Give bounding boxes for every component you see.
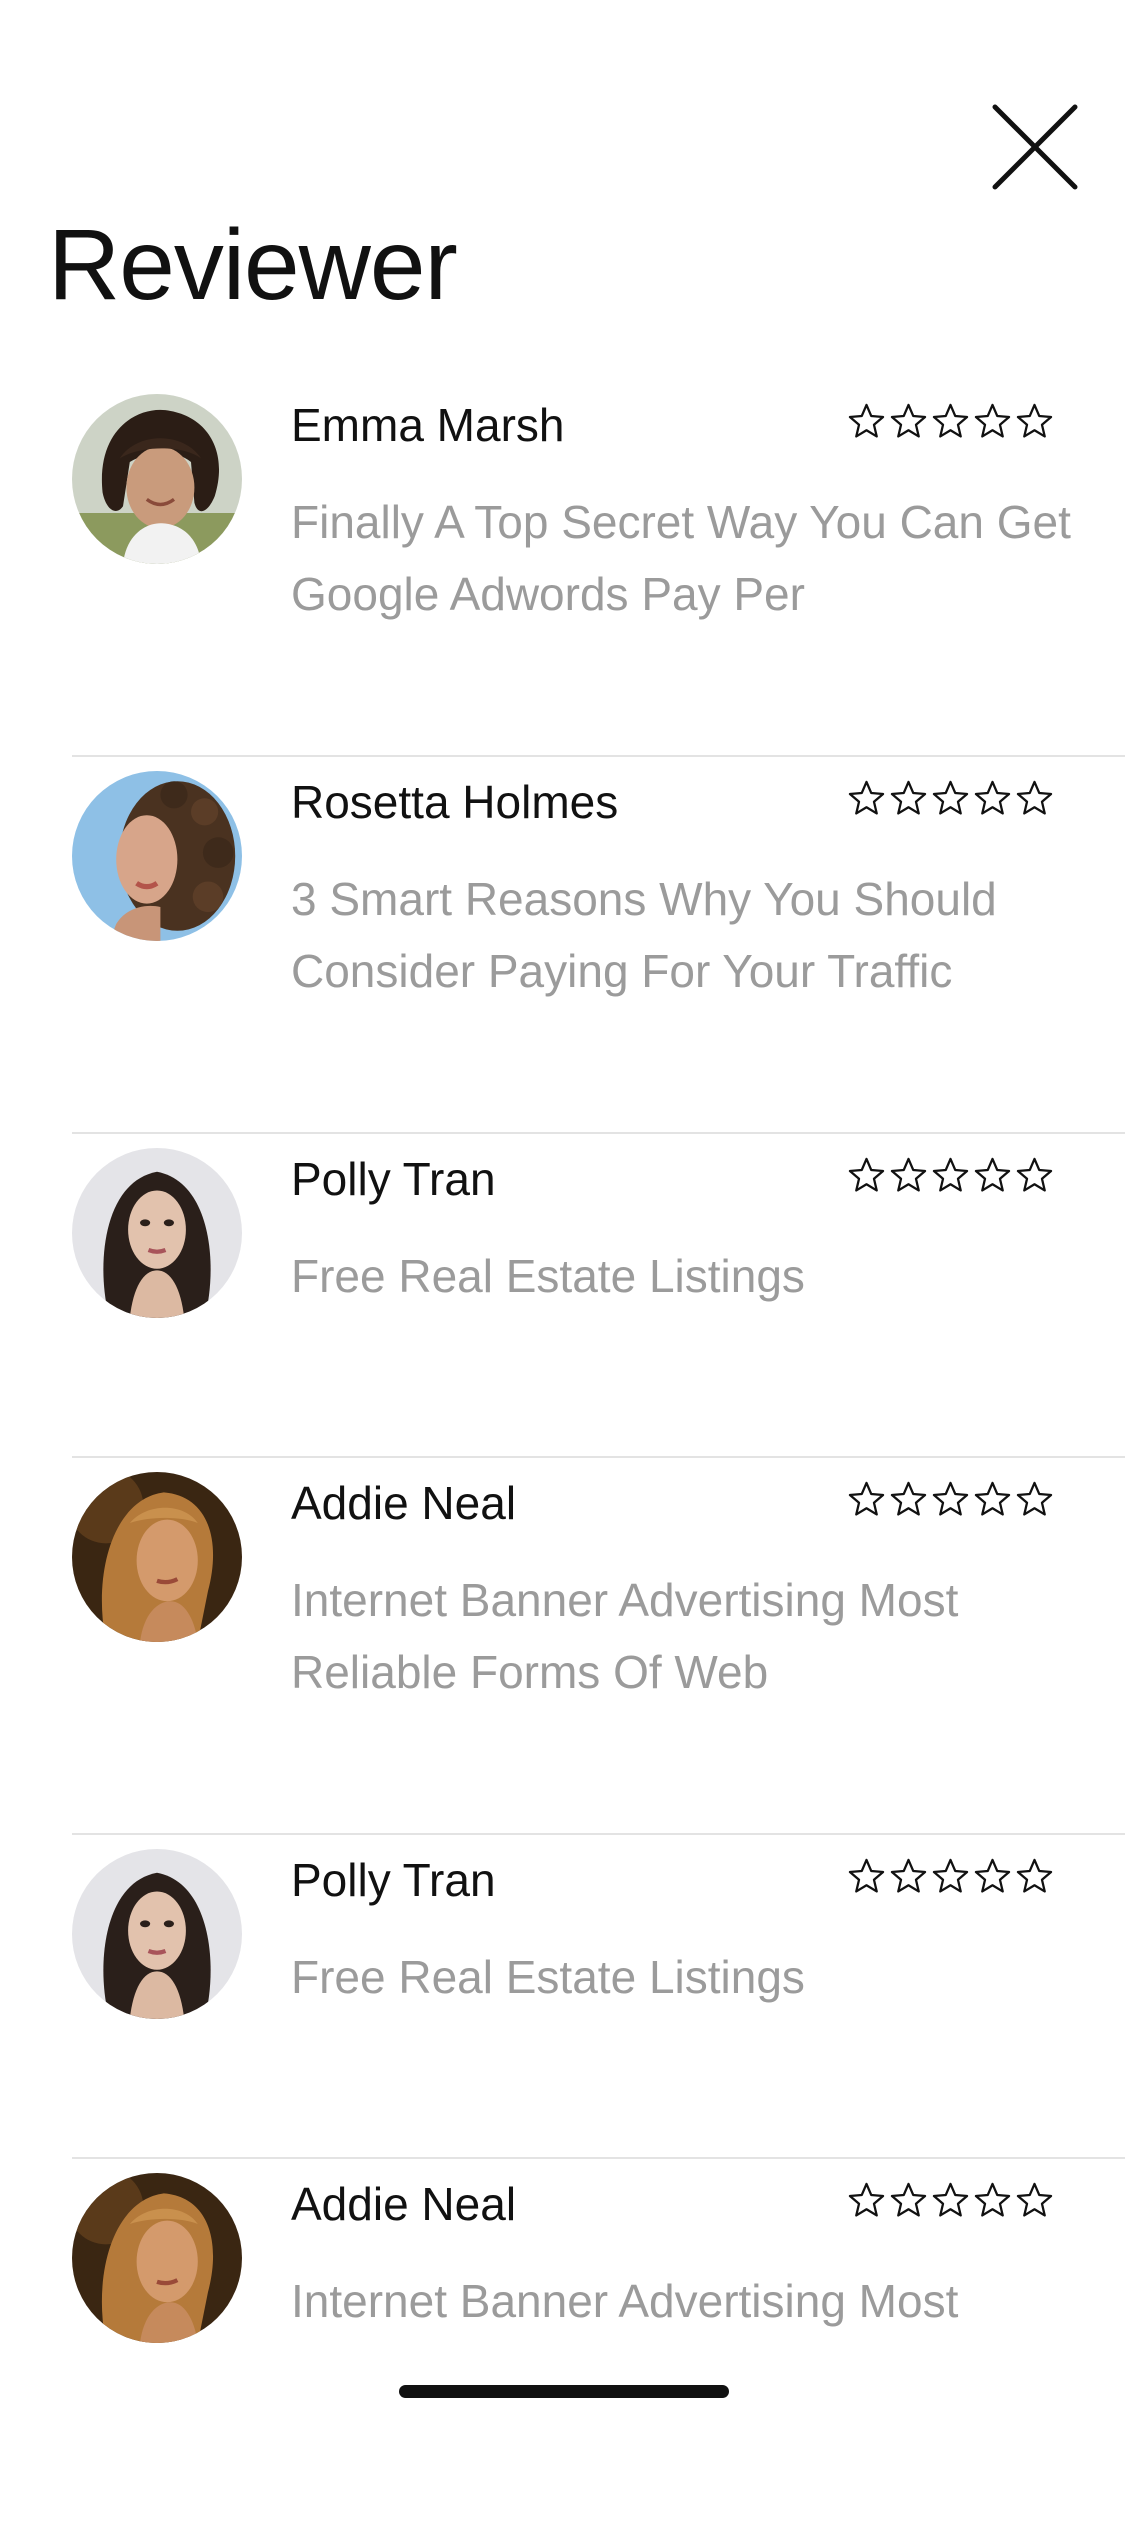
review-text: Free Real Estate Listings (291, 1951, 805, 2003)
star-icon[interactable] (931, 2181, 970, 2220)
review-text: Internet Banner Advertising Most Reliabl… (291, 1574, 959, 1698)
reviewer-name: Addie Neal (291, 1477, 517, 1529)
review-text: Finally A Top Secret Way You Can Get Goo… (291, 496, 1071, 620)
avatar-emma-marsh-icon (72, 394, 242, 564)
avatar-polly-tran-icon (72, 1849, 242, 2019)
star-icon[interactable] (889, 2181, 928, 2220)
star-icon[interactable] (1015, 779, 1054, 818)
star-rating[interactable] (847, 1480, 1054, 1519)
star-icon[interactable] (931, 1857, 970, 1896)
home-indicator[interactable] (399, 2385, 729, 2398)
review-item[interactable]: Emma Marsh Finally A Top Secret Way You … (0, 380, 1125, 757)
star-icon[interactable] (931, 779, 970, 818)
star-icon[interactable] (1015, 402, 1054, 441)
reviewer-name: Addie Neal (291, 2178, 517, 2230)
star-icon[interactable] (931, 1156, 970, 1195)
star-icon[interactable] (931, 1480, 970, 1519)
star-icon[interactable] (847, 402, 886, 441)
review-item[interactable]: Addie Neal Internet Banner Advertising M… (0, 1458, 1125, 1835)
close-icon (992, 104, 1078, 190)
avatar[interactable] (72, 771, 242, 941)
review-item[interactable]: Rosetta Holmes 3 Smart Reasons Why You S… (0, 757, 1125, 1134)
reviewer-name: Rosetta Holmes (291, 776, 619, 828)
star-icon[interactable] (973, 779, 1012, 818)
avatar[interactable] (72, 2173, 242, 2343)
star-icon[interactable] (1015, 1156, 1054, 1195)
review-text: Free Real Estate Listings (291, 1250, 805, 1302)
star-icon[interactable] (1015, 2181, 1054, 2220)
star-icon[interactable] (889, 1156, 928, 1195)
star-icon[interactable] (931, 402, 970, 441)
reviewer-name: Emma Marsh (291, 399, 565, 451)
review-item[interactable]: Addie Neal Internet Banner Advertising M… (0, 2159, 1125, 2536)
star-icon[interactable] (973, 1156, 1012, 1195)
star-icon[interactable] (847, 779, 886, 818)
star-icon[interactable] (973, 1480, 1012, 1519)
avatar-rosetta-holmes-icon (72, 771, 242, 941)
close-button[interactable] (985, 97, 1085, 197)
avatar-addie-neal-icon (72, 1472, 242, 1642)
reviewer-name: Polly Tran (291, 1854, 496, 1906)
review-item[interactable]: Polly Tran Free Real Estate Listings (0, 1835, 1125, 2159)
avatar[interactable] (72, 1148, 242, 1318)
star-icon[interactable] (889, 402, 928, 441)
page-title: Reviewer (48, 209, 458, 321)
avatar[interactable] (72, 1849, 242, 2019)
star-icon[interactable] (973, 1857, 1012, 1896)
star-rating[interactable] (847, 1156, 1054, 1195)
star-icon[interactable] (973, 2181, 1012, 2220)
avatar[interactable] (72, 1472, 242, 1642)
star-icon[interactable] (889, 779, 928, 818)
star-rating[interactable] (847, 1857, 1054, 1896)
reviewer-name: Polly Tran (291, 1153, 496, 1205)
avatar[interactable] (72, 394, 242, 564)
avatar-addie-neal-icon (72, 2173, 242, 2343)
star-rating[interactable] (847, 2181, 1054, 2220)
star-icon[interactable] (1015, 1857, 1054, 1896)
star-icon[interactable] (973, 402, 1012, 441)
star-icon[interactable] (847, 1857, 886, 1896)
review-text: Internet Banner Advertising Most (291, 2275, 959, 2327)
star-icon[interactable] (889, 1480, 928, 1519)
star-icon[interactable] (889, 1857, 928, 1896)
review-text: 3 Smart Reasons Why You Should Consider … (291, 873, 997, 997)
review-list: Emma Marsh Finally A Top Secret Way You … (0, 380, 1125, 2536)
star-icon[interactable] (847, 1480, 886, 1519)
avatar-polly-tran-icon (72, 1148, 242, 1318)
star-rating[interactable] (847, 779, 1054, 818)
star-icon[interactable] (847, 2181, 886, 2220)
star-rating[interactable] (847, 402, 1054, 441)
star-icon[interactable] (847, 1156, 886, 1195)
star-icon[interactable] (1015, 1480, 1054, 1519)
review-item[interactable]: Polly Tran Free Real Estate Listings (0, 1134, 1125, 1458)
